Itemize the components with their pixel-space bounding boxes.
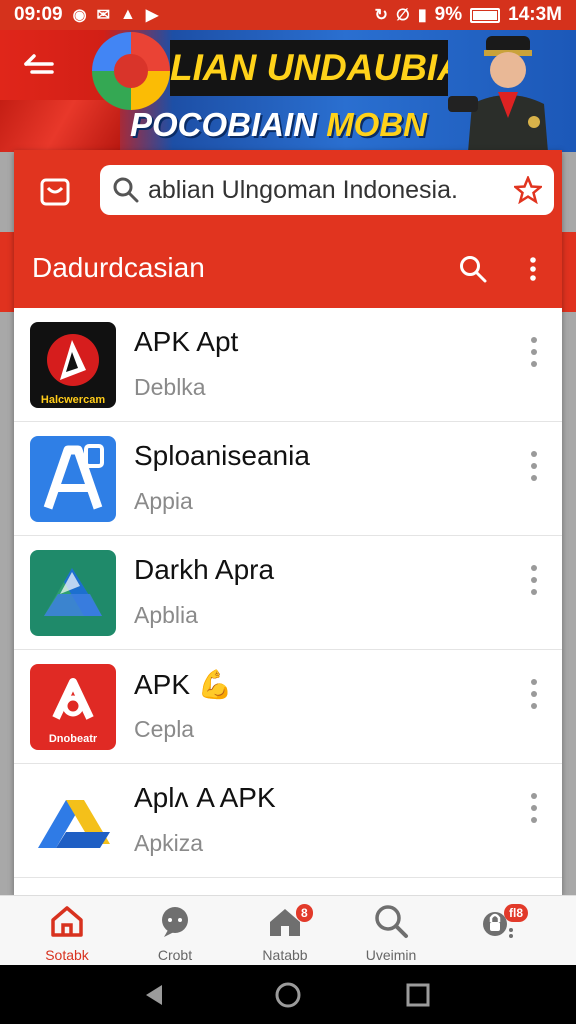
toolbar-title: Dadurdcasian bbox=[32, 252, 205, 283]
app-logo-drive-icon bbox=[30, 550, 116, 636]
search-input[interactable] bbox=[148, 175, 514, 205]
promo-banner[interactable]: LIAN UNDAUBIAN POCOBIAIN MOBN bbox=[0, 30, 576, 152]
status-time-right: 14:3M bbox=[508, 4, 562, 25]
app-subtitle: Appia bbox=[134, 488, 193, 514]
app-logo-blue-a-icon bbox=[30, 436, 116, 522]
search-icon bbox=[375, 905, 408, 938]
app-subtitle: Cepla bbox=[134, 716, 195, 742]
nav-search[interactable]: Uveimin bbox=[346, 902, 436, 964]
back-icon[interactable] bbox=[140, 981, 168, 1009]
banner-subtitle-b: MOBN bbox=[326, 106, 428, 143]
nav-bag[interactable]: fl8 bbox=[452, 902, 542, 964]
app-logo-red-black-icon: Halcwercam bbox=[30, 322, 116, 408]
play-icon: ▶ bbox=[145, 7, 159, 24]
app-list-item[interactable]: Aplᴧ A APK Apkiza bbox=[14, 764, 562, 878]
battery-icon bbox=[470, 7, 501, 23]
more-options-icon[interactable] bbox=[522, 562, 546, 598]
banner-subtitle-a: POCOBIAIN bbox=[130, 106, 318, 143]
app-name: Sploaniseania bbox=[134, 440, 310, 471]
nav-home[interactable]: Sotabk bbox=[22, 902, 112, 964]
status-time-left: 09:09 bbox=[14, 4, 63, 25]
search-box[interactable] bbox=[100, 165, 554, 215]
more-options-icon[interactable] bbox=[522, 676, 546, 712]
app-list-item[interactable]: Sploaniseania Appia bbox=[14, 422, 562, 536]
app-icon-label: Dnobeatr bbox=[49, 733, 98, 745]
nav-label: Uveimin bbox=[365, 947, 417, 963]
alert-icon: ▲ bbox=[119, 6, 136, 23]
mute-icon: ∅ bbox=[395, 7, 410, 24]
data-icon: ↻ bbox=[374, 7, 388, 24]
home-icon bbox=[51, 906, 83, 937]
app-icon-label: Halcwercam bbox=[41, 394, 105, 406]
nav-label: Natabb bbox=[262, 947, 308, 963]
app-name: Aplᴧ A APK bbox=[134, 782, 276, 813]
app-list-item[interactable]: Dnobeatr APK 💪 Cepla bbox=[14, 650, 562, 764]
app-name: APK Apt bbox=[134, 326, 239, 357]
app-list: Halcwercam APK Apt Deblka Sploaniseania … bbox=[14, 308, 562, 878]
message-icon: ✉ bbox=[96, 7, 110, 24]
nav-label: Sotabk bbox=[45, 947, 89, 963]
bottom-navigation: Sotabk Crobt 8 Natabb Uveimin fl8 bbox=[0, 895, 576, 965]
recents-icon[interactable] bbox=[404, 981, 432, 1009]
app-logo-red-white-icon: Dnobeatr bbox=[30, 664, 116, 750]
more-options-icon[interactable] bbox=[522, 448, 546, 484]
nav-badge: 8 bbox=[296, 904, 313, 922]
officer-figure-icon bbox=[448, 36, 548, 152]
app-subtitle: Apblia bbox=[134, 602, 198, 628]
search-icon bbox=[113, 177, 139, 203]
banner-decoration bbox=[0, 100, 120, 152]
store-icon[interactable] bbox=[38, 174, 72, 208]
signal-icon: ▮ bbox=[417, 7, 427, 24]
banner-subtitle: POCOBIAIN MOBN bbox=[130, 100, 427, 150]
home-circle-icon[interactable] bbox=[274, 981, 302, 1009]
more-options-icon[interactable] bbox=[522, 334, 546, 370]
nav-house[interactable]: 8 Natabb bbox=[240, 902, 330, 964]
search-row bbox=[14, 150, 562, 232]
app-name: Darkh Apra bbox=[134, 554, 275, 585]
more-options-icon[interactable] bbox=[522, 790, 546, 826]
toolbar-search-icon[interactable] bbox=[458, 254, 488, 284]
system-navigation-bar bbox=[0, 965, 576, 1024]
chat-icon bbox=[162, 907, 188, 937]
app-list-item[interactable]: Halcwercam APK Apt Deblka bbox=[14, 308, 562, 422]
overflow-menu-icon[interactable] bbox=[518, 254, 548, 284]
nav-chat[interactable]: Crobt bbox=[130, 902, 220, 964]
nav-badge: fl8 bbox=[504, 904, 529, 922]
app-name: APK 💪 bbox=[134, 669, 233, 700]
app-list-card: Dadurdcasian Halcwercam bbox=[14, 150, 562, 895]
battery-percent: 9% bbox=[434, 4, 463, 25]
notification-icon: ◉ bbox=[72, 7, 87, 24]
back-menu-icon[interactable] bbox=[22, 50, 56, 78]
list-toolbar: Dadurdcasian bbox=[14, 232, 562, 308]
app-subtitle: Apkiza bbox=[134, 830, 204, 856]
app-list-item[interactable]: Darkh Apra Apblia bbox=[14, 536, 562, 650]
app-subtitle: Deblka bbox=[134, 374, 206, 400]
status-bar: 09:09 ◉ ✉ ▲ ▶ ↻ ∅ ▮ 9% 14:3M bbox=[0, 0, 576, 30]
nav-label: Crobt bbox=[157, 947, 193, 963]
star-icon[interactable] bbox=[514, 176, 542, 204]
banner-title: LIAN UNDAUBIAN bbox=[170, 40, 448, 96]
app-screen: 09:09 ◉ ✉ ▲ ▶ ↻ ∅ ▮ 9% 14:3M LIAN UNDAUB… bbox=[0, 0, 576, 1024]
google-logo-icon bbox=[92, 32, 170, 110]
app-logo-drive-blue-icon bbox=[30, 778, 116, 864]
